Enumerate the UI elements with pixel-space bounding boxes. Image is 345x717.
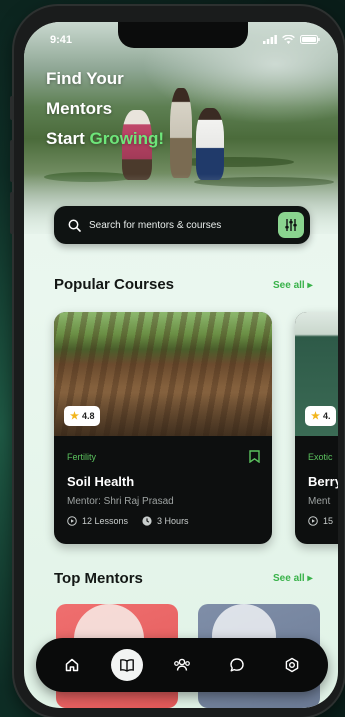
- farmer-figure-3: [196, 108, 224, 180]
- course-mentor: Ment: [308, 496, 331, 507]
- app-screen: 9:41 Find Your Mentors Start Growing! Se…: [24, 22, 338, 708]
- course-meta: 15: [308, 516, 333, 526]
- hero-line-3-accent: Growing!: [89, 129, 165, 148]
- battery-icon: [300, 35, 320, 44]
- nav-community[interactable]: [166, 649, 198, 681]
- hero-line-2: Mentors: [46, 99, 113, 118]
- nav-settings[interactable]: [276, 649, 308, 681]
- see-all-label: See all: [273, 280, 305, 291]
- play-circle-icon: [308, 516, 318, 526]
- hero-line-1: Find Your: [46, 69, 124, 88]
- search-bar[interactable]: Search for mentors & courses: [54, 206, 310, 244]
- nav-courses[interactable]: [110, 649, 143, 681]
- lessons-info: 12 Lessons: [67, 516, 128, 526]
- top-mentors-see-all-link[interactable]: See all ▸: [273, 573, 313, 584]
- chat-icon: [230, 658, 244, 672]
- play-circle-icon: [67, 516, 77, 526]
- bookmark-icon[interactable]: [249, 450, 260, 463]
- search-input[interactable]: Search for mentors & courses: [89, 220, 278, 231]
- mute-switch: [10, 96, 14, 120]
- course-category: Fertility: [67, 452, 96, 462]
- chevron-right-icon: ▸: [307, 573, 313, 584]
- hero-line-3-prefix: Start: [46, 129, 90, 148]
- camera-notch: [118, 22, 248, 48]
- status-time: 9:41: [50, 34, 73, 46]
- rating-value: 4.8: [81, 411, 95, 421]
- filter-button[interactable]: [278, 212, 304, 238]
- rating-badge: ★ 4.: [305, 406, 337, 426]
- lessons-count: 12 Lessons: [82, 516, 129, 526]
- duration-info: 3 Hours: [142, 516, 189, 526]
- course-card[interactable]: ★ 4. Exotic Berry Ment 15: [295, 312, 338, 544]
- see-all-label: See all: [273, 573, 305, 584]
- signal-icon: [263, 35, 277, 44]
- chevron-right-icon: ▸: [307, 280, 313, 291]
- lessons-info: 15: [308, 516, 333, 526]
- status-icons: [263, 35, 320, 44]
- hero-line-3: Start Growing!: [46, 124, 164, 154]
- volume-down-button: [10, 192, 14, 234]
- settings-icon: [286, 657, 299, 673]
- hero-headline: Find Your Mentors Start Growing!: [46, 64, 164, 154]
- duration-value: 3 Hours: [157, 516, 189, 526]
- popular-courses-title: Popular Courses: [54, 276, 175, 293]
- farmer-figure-2: [170, 88, 192, 178]
- wifi-icon: [282, 35, 295, 44]
- course-meta: 12 Lessons 3 Hours: [67, 516, 189, 526]
- lessons-count: 15: [323, 516, 334, 526]
- course-category: Exotic: [308, 452, 333, 462]
- course-title: Soil Health: [67, 474, 135, 489]
- clock-icon: [142, 516, 152, 526]
- nav-home[interactable]: [56, 649, 88, 681]
- bottom-navigation: [36, 638, 328, 692]
- star-icon: ★: [70, 410, 79, 422]
- popular-courses-see-all-link[interactable]: See all ▸: [273, 280, 313, 291]
- filter-sliders-icon: [285, 219, 297, 231]
- star-icon: ★: [311, 410, 320, 422]
- book-icon: [119, 659, 134, 672]
- rating-value: 4.: [322, 411, 331, 421]
- rating-badge: ★ 4.8: [64, 406, 101, 426]
- community-icon: [174, 658, 190, 671]
- course-mentor: Mentor: Shri Raj Prasad: [67, 496, 174, 507]
- course-title: Berry: [308, 474, 338, 489]
- top-mentors-title: Top Mentors: [54, 570, 143, 587]
- nav-chat[interactable]: [221, 649, 253, 681]
- volume-up-button: [10, 140, 14, 182]
- search-icon: [68, 219, 81, 232]
- home-icon: [65, 658, 78, 672]
- course-card[interactable]: ★ 4.8 Fertility Soil Health Mentor: Shri…: [54, 312, 272, 544]
